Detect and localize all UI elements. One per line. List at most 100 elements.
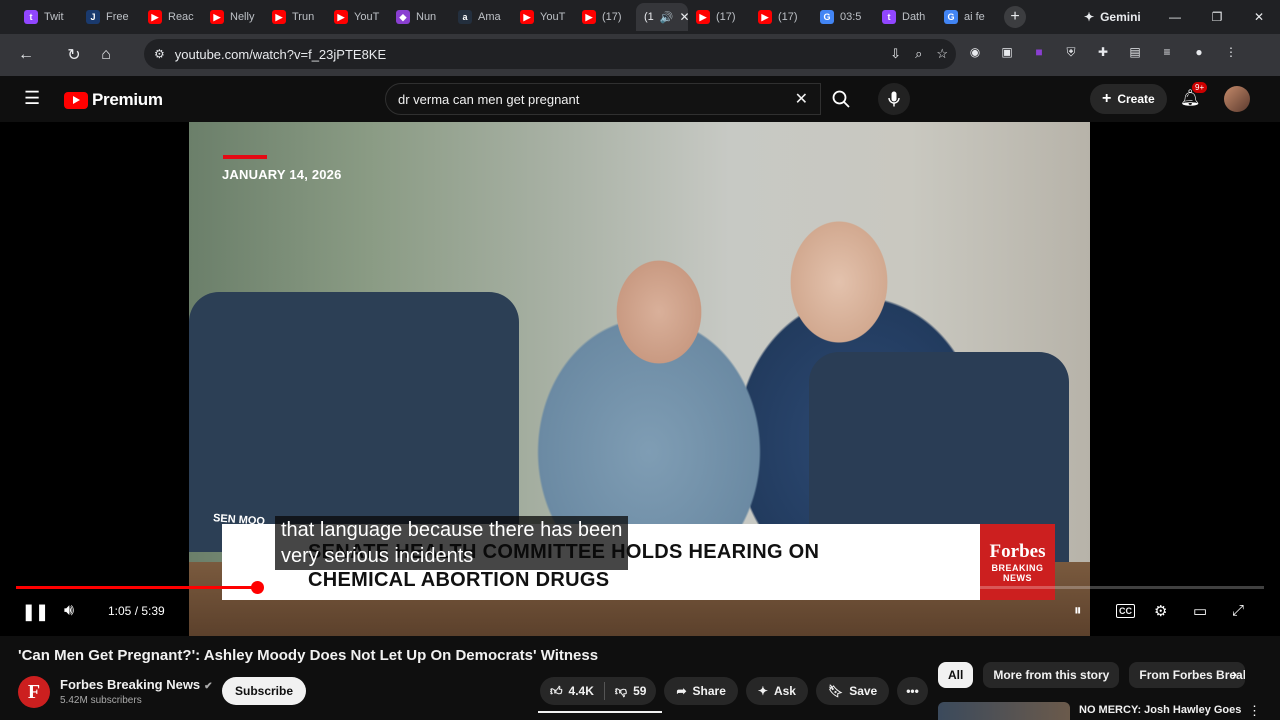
like-button[interactable]: 👍︎ 4.4K — [540, 684, 604, 699]
address-bar[interactable]: ⚙ youtube.com/watch?v=f_23jPTE8KE ⇩ ⌕ ☆ — [144, 39, 956, 69]
thumbs-down-icon: 👎︎ — [614, 683, 628, 698]
bookmark-star-icon[interactable]: ☆ — [936, 46, 948, 62]
dislike-button[interactable]: 👎︎ 59 — [605, 684, 657, 699]
browser-tab[interactable]: ▶ Nelly — [202, 3, 264, 31]
browser-tab[interactable]: ▶ (17) — [750, 3, 812, 31]
more-vertical-icon[interactable]: ⋮ — [1248, 703, 1261, 719]
browser-tab[interactable]: a Ama — [450, 3, 512, 31]
install-icon[interactable]: ⇩ — [890, 46, 901, 62]
browser-tab[interactable]: ▶ (17) — [574, 3, 636, 31]
chip-all[interactable]: All — [938, 662, 974, 688]
fullscreen-icon[interactable]: ⤢ — [1232, 602, 1244, 619]
site-settings-icon[interactable]: ⚙ — [154, 47, 165, 61]
ask-button[interactable]: ✦ Ask — [745, 677, 808, 705]
settings-icon[interactable]: ⚙ — [1154, 602, 1167, 620]
progress-scrubber[interactable] — [250, 581, 264, 594]
search-button[interactable] — [821, 83, 861, 115]
restore-button[interactable]: ❐ — [1196, 6, 1238, 28]
browser-tab[interactable]: ◆ Nun — [388, 3, 450, 31]
volume-icon[interactable]: 🔊︎ — [64, 602, 74, 620]
youtube-icon: ▶ — [520, 10, 534, 24]
create-button[interactable]: + Create — [1090, 84, 1167, 114]
recommendation-title[interactable]: NO MERCY: Josh Hawley Goes — [1079, 704, 1241, 716]
channel-name-row[interactable]: Forbes Breaking News ✔ — [60, 677, 213, 692]
captions-button[interactable]: CC — [1116, 604, 1135, 618]
minimize-button[interactable]: — — [1154, 6, 1196, 28]
youtube-logo[interactable]: Premium — [64, 90, 163, 110]
menu-kebab-icon[interactable]: ⋮ — [1222, 43, 1240, 61]
channel-avatar[interactable]: F — [18, 676, 50, 708]
create-label: Create — [1117, 92, 1155, 106]
autoplay-toggle-icon[interactable]: ⏸︎ — [1074, 602, 1082, 619]
browser-tab[interactable]: ▶ YouT — [326, 3, 388, 31]
youtube-play-icon — [64, 91, 88, 109]
pause-icon[interactable]: ❚❚ — [22, 602, 49, 622]
extension-icon[interactable]: ◉ — [966, 43, 984, 61]
browser-tab-label: (17) — [716, 11, 736, 23]
search-icon — [832, 90, 850, 108]
chevron-right-icon[interactable]: › — [1232, 666, 1237, 684]
browser-tab[interactable]: t Dath — [874, 3, 936, 31]
extension-icon[interactable]: ■ — [1030, 43, 1048, 61]
plus-icon: + — [1102, 90, 1112, 107]
browser-tab-active[interactable]: (1 🔊 ✕ — [636, 3, 688, 31]
ask-label: Ask — [773, 684, 796, 698]
avatar[interactable] — [1224, 86, 1250, 112]
browser-tab[interactable]: ▶ (17) — [688, 3, 750, 31]
subscriber-count: 5.42M subscribers — [60, 695, 142, 706]
chip-from-forbes[interactable]: From Forbes Breakin — [1129, 662, 1246, 688]
channel-name[interactable]: Forbes Breaking News — [60, 677, 200, 692]
zoom-icon[interactable]: ⌕ — [915, 46, 922, 62]
youtube-icon: ▶ — [148, 10, 162, 24]
dislike-count: 59 — [633, 684, 647, 698]
browser-tab[interactable]: t Twit — [16, 3, 78, 31]
search-input[interactable]: dr verma can men get pregnant ✕ — [385, 83, 821, 115]
puzzle-icon[interactable]: ✚ — [1094, 43, 1112, 61]
media-icon[interactable]: ≡ — [1158, 43, 1176, 61]
sidepanel-icon[interactable]: ▤ — [1126, 43, 1144, 61]
save-button[interactable]: 🔖︎ Save — [815, 677, 890, 705]
browser-tab[interactable]: J Free — [78, 3, 140, 31]
browser-tab[interactable]: G 03:5 — [812, 3, 874, 31]
mic-icon — [888, 91, 900, 107]
verified-icon: ✔ — [204, 681, 213, 692]
profile-avatar-icon[interactable]: ● — [1190, 43, 1208, 61]
home-button[interactable]: ⌂ — [90, 39, 122, 71]
browser-tab[interactable]: ▶ Reac — [140, 3, 202, 31]
browser-tab[interactable]: ▶ Trun — [264, 3, 326, 31]
voice-search-button[interactable] — [878, 83, 910, 115]
more-actions-button[interactable]: ••• — [897, 677, 928, 705]
youtube-icon: ▶ — [758, 10, 772, 24]
share-button[interactable]: ➦ Share — [664, 677, 738, 705]
youtube-icon: ▶ — [210, 10, 224, 24]
browser-tab-label: Trun — [292, 11, 315, 23]
close-tab-icon[interactable]: ✕ — [679, 10, 688, 24]
audio-icon[interactable]: 🔊 — [660, 11, 674, 24]
extension-icon[interactable]: ▣ — [998, 43, 1016, 61]
chip-more-from-story[interactable]: More from this story — [983, 662, 1120, 688]
clear-search-icon[interactable]: ✕ — [795, 89, 808, 109]
gemini-button[interactable]: ✦ Gemini — [1074, 6, 1151, 28]
video-player[interactable]: JANUARY 14, 2026 SENATE HEALTH COMMITTEE… — [0, 122, 1280, 636]
video-frame[interactable]: JANUARY 14, 2026 SENATE HEALTH COMMITTEE… — [189, 122, 1090, 636]
browser-tab[interactable]: Gai fe — [936, 3, 998, 31]
browser-tab[interactable]: ▶ YouT — [512, 3, 574, 31]
subscribe-button[interactable]: Subscribe — [222, 677, 307, 705]
new-tab-button[interactable]: + — [1004, 6, 1026, 28]
share-label: Share — [692, 684, 726, 698]
shield-icon[interactable]: ⛨ — [1062, 43, 1080, 61]
back-button[interactable]: ← — [10, 39, 42, 71]
notifications-button[interactable]: 🔔︎ 9+ — [1180, 82, 1208, 108]
caption-line-1: that language because there has been — [281, 519, 623, 541]
close-window-button[interactable]: ✕ — [1238, 6, 1280, 28]
amazon-icon: a — [458, 10, 472, 24]
menu-icon[interactable]: ☰ — [24, 88, 40, 109]
progress-bar[interactable] — [16, 581, 1264, 594]
recommendation-thumbnail[interactable] — [938, 702, 1070, 720]
date-accent-bar — [223, 155, 267, 159]
date-overlay: JANUARY 14, 2026 — [222, 167, 342, 182]
youtube-icon: ▶ — [582, 10, 596, 24]
theater-mode-icon[interactable]: ▭ — [1193, 602, 1207, 620]
window-controls: — ❐ ✕ — [1154, 6, 1280, 28]
reload-button[interactable]: ↻ — [58, 39, 90, 71]
